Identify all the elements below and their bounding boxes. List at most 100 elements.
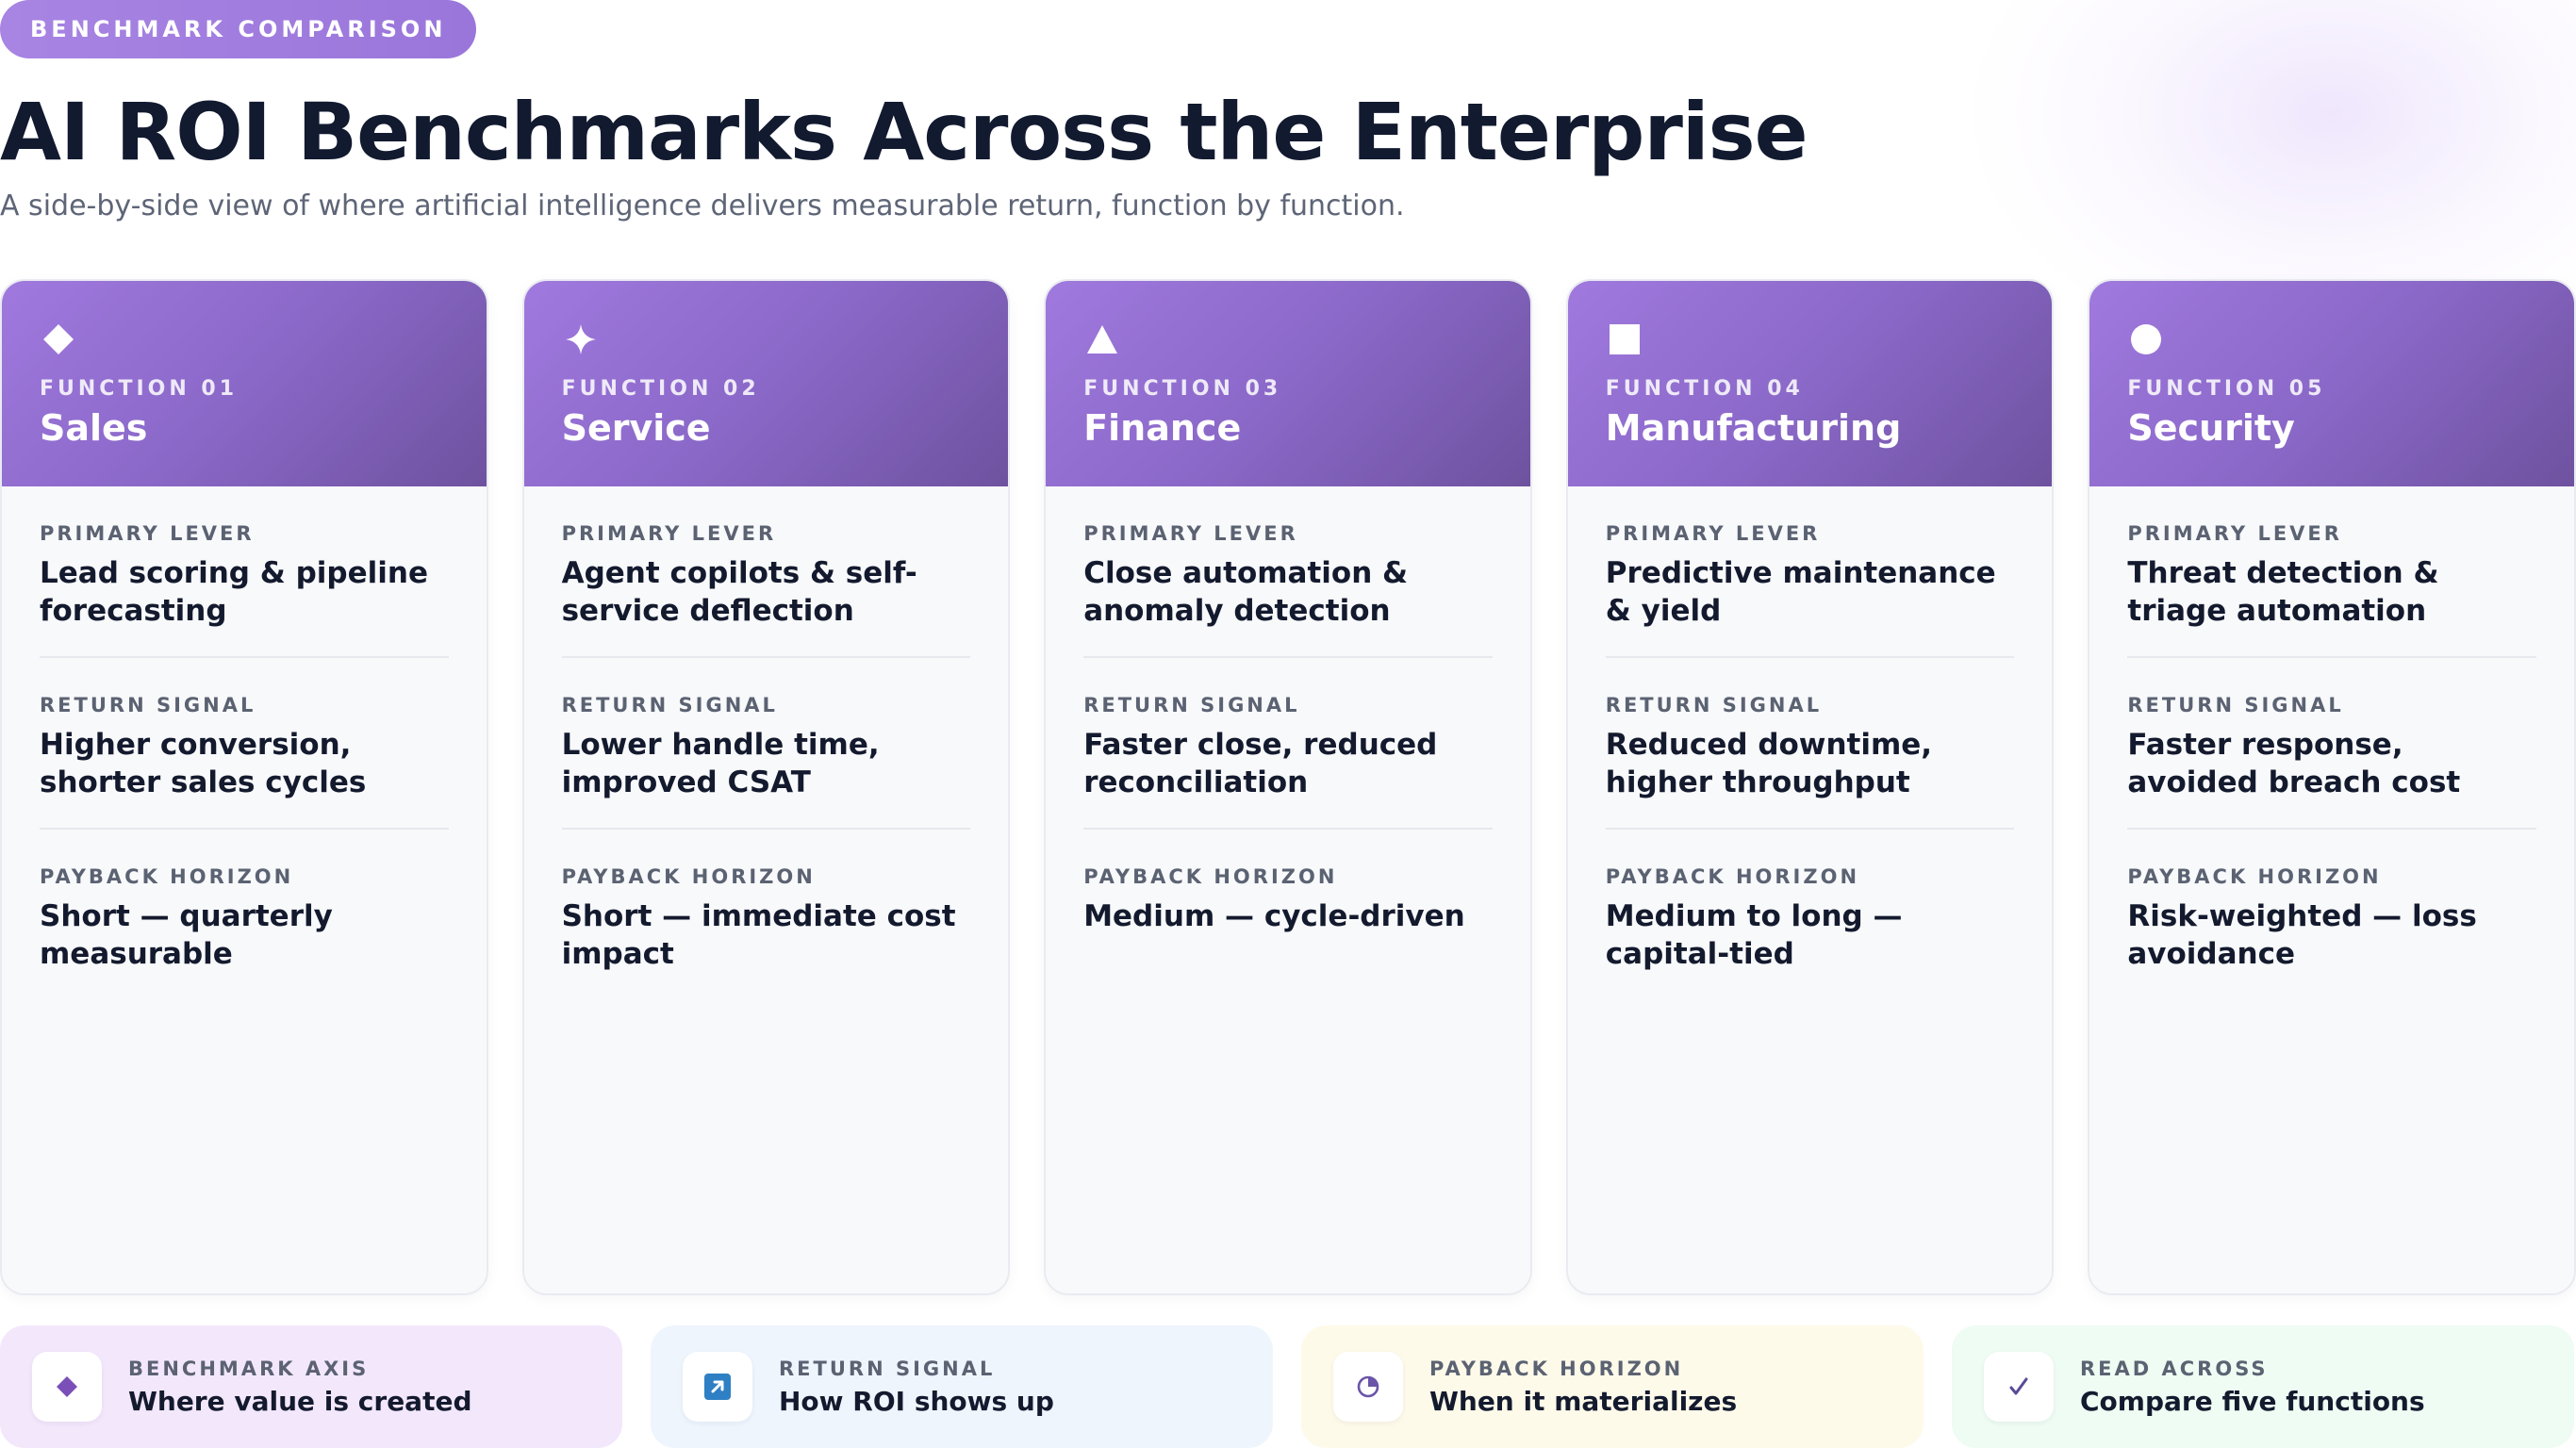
card-header: FUNCTION 02 Service (523, 281, 1009, 486)
payback-horizon-label: PAYBACK HORIZON (561, 865, 816, 888)
legend-label: PAYBACK HORIZON (1429, 1357, 1684, 1380)
function-cards: FUNCTION 01 Sales PRIMARY LEVER Lead sco… (0, 279, 2576, 1295)
eyebrow-badge: BENCHMARK COMPARISON (0, 0, 477, 58)
card-manufacturing: FUNCTION 04 Manufacturing PRIMARY LEVER … (1565, 279, 2055, 1295)
primary-lever-section: PRIMARY LEVER Threat detection & triage … (2127, 486, 2536, 658)
return-signal-value: Faster response, avoided breach cost (2127, 728, 2461, 799)
return-signal-label: RETURN SIGNAL (1605, 694, 1823, 716)
card-header: FUNCTION 04 Manufacturing (1567, 281, 2053, 486)
primary-lever-value: Threat detection & triage automation (2127, 556, 2439, 628)
legend-value: Compare five functions (2080, 1385, 2425, 1417)
card-body: PRIMARY LEVER Predictive maintenance & y… (1568, 486, 2053, 999)
page-title: AI ROI Benchmarks Across the Enterprise (0, 86, 1808, 178)
primary-lever-section: PRIMARY LEVER Lead scoring & pipeline fo… (40, 486, 449, 658)
function-number: FUNCTION 04 (1605, 377, 1804, 401)
primary-lever-value: Close automation & anomaly detection (1083, 556, 1409, 628)
payback-horizon-section: PAYBACK HORIZON Medium to long — capital… (1606, 830, 2015, 999)
primary-lever-label: PRIMARY LEVER (2127, 522, 2342, 545)
legend-label: BENCHMARK AXIS (128, 1357, 370, 1380)
circle-icon (2127, 321, 2165, 358)
return-signal-value: Higher conversion, shorter sales cycles (40, 728, 367, 799)
primary-lever-label: PRIMARY LEVER (561, 522, 777, 545)
function-name: Sales (40, 407, 148, 449)
legend-label: READ ACROSS (2080, 1357, 2269, 1380)
return-signal-label: RETURN SIGNAL (2127, 694, 2344, 716)
primary-lever-label: PRIMARY LEVER (40, 522, 255, 545)
check-icon (1984, 1352, 2054, 1422)
payback-horizon-label: PAYBACK HORIZON (2127, 865, 2382, 888)
card-body: PRIMARY LEVER Close automation & anomaly… (1046, 486, 1530, 962)
payback-horizon-label: PAYBACK HORIZON (1083, 865, 1338, 888)
legend-label: RETURN SIGNAL (779, 1357, 996, 1380)
payback-horizon-value: Short — quarterly measurable (40, 899, 333, 971)
return-signal-value: Faster close, reduced reconciliation (1083, 728, 1438, 799)
payback-horizon-label: PAYBACK HORIZON (1605, 865, 1860, 888)
sparkle-icon (562, 321, 600, 358)
primary-lever-value: Predictive maintenance & yield (1605, 556, 1996, 628)
payback-horizon-section: PAYBACK HORIZON Short — immediate cost i… (562, 830, 971, 999)
function-number: FUNCTION 02 (561, 377, 760, 401)
primary-lever-value: Lead scoring & pipeline forecasting (40, 556, 428, 628)
primary-lever-section: PRIMARY LEVER Agent copilots & self-serv… (561, 486, 971, 658)
primary-lever-label: PRIMARY LEVER (1605, 522, 1821, 545)
legend-value: When it materializes (1429, 1385, 1738, 1417)
card-header: FUNCTION 01 Sales (2, 281, 487, 486)
triangle-icon (1083, 321, 1121, 358)
function-number: FUNCTION 01 (40, 377, 239, 401)
diamond-icon (40, 321, 77, 358)
function-name: Manufacturing (1605, 407, 1902, 449)
payback-horizon-value: Short — immediate cost impact (561, 899, 956, 971)
legend-text: PAYBACK HORIZON When it materializes (1429, 1358, 1737, 1417)
payback-horizon-section: PAYBACK HORIZON Risk-weighted — loss avo… (2127, 830, 2536, 999)
card-body: PRIMARY LEVER Threat detection & triage … (2089, 486, 2574, 999)
card-finance: FUNCTION 03 Finance PRIMARY LEVER Close … (1044, 279, 1532, 1295)
legend-value: How ROI shows up (779, 1385, 1054, 1417)
return-signal-label: RETURN SIGNAL (40, 694, 256, 716)
legend-text: RETURN SIGNAL How ROI shows up (779, 1358, 1054, 1417)
return-signal-section: RETURN SIGNAL Lower handle time, improve… (561, 658, 971, 830)
legend-text: BENCHMARK AXIS Where value is created (128, 1358, 472, 1417)
function-name: Service (561, 407, 711, 449)
legend-value: Where value is created (128, 1385, 472, 1417)
primary-lever-section: PRIMARY LEVER Close automation & anomaly… (1083, 486, 1493, 658)
return-signal-section: RETURN SIGNAL Higher conversion, shorter… (40, 658, 449, 830)
card-header: FUNCTION 03 Finance (1046, 281, 1530, 486)
return-signal-section: RETURN SIGNAL Faster response, avoided b… (2127, 658, 2536, 830)
legend-read-across: READ ACROSS Compare five functions (1952, 1325, 2574, 1448)
clock-icon (1333, 1352, 1403, 1422)
payback-horizon-value: Medium — cycle-driven (1083, 899, 1465, 933)
function-name: Finance (1083, 407, 1242, 449)
legend-text: READ ACROSS Compare five functions (2080, 1358, 2425, 1417)
diamond-icon (32, 1352, 102, 1422)
return-signal-section: RETURN SIGNAL Faster close, reduced reco… (1083, 658, 1493, 830)
page-subtitle: A side-by-side view of where artificial … (0, 189, 1405, 222)
card-body: PRIMARY LEVER Agent copilots & self-serv… (524, 486, 1009, 999)
return-signal-section: RETURN SIGNAL Reduced downtime, higher t… (1605, 658, 2015, 830)
card-sales: FUNCTION 01 Sales PRIMARY LEVER Lead sco… (0, 279, 488, 1295)
function-name: Security (2127, 407, 2295, 449)
function-number: FUNCTION 03 (1083, 377, 1282, 401)
function-number: FUNCTION 05 (2127, 377, 2326, 401)
return-signal-label: RETURN SIGNAL (561, 694, 778, 716)
legend-payback-horizon: PAYBACK HORIZON When it materializes (1301, 1325, 1924, 1448)
primary-lever-label: PRIMARY LEVER (1083, 522, 1298, 545)
return-signal-label: RETURN SIGNAL (1083, 694, 1300, 716)
card-body: PRIMARY LEVER Lead scoring & pipeline fo… (2, 486, 487, 999)
square-icon (1606, 321, 1643, 358)
primary-lever-value: Agent copilots & self-service deflection (561, 556, 917, 628)
legend-bar: BENCHMARK AXIS Where value is created RE… (0, 1325, 2576, 1448)
primary-lever-section: PRIMARY LEVER Predictive maintenance & y… (1605, 486, 2015, 658)
card-header: FUNCTION 05 Security (2089, 281, 2574, 486)
legend-return-signal: RETURN SIGNAL How ROI shows up (651, 1325, 1273, 1448)
return-signal-value: Reduced downtime, higher throughput (1605, 728, 1933, 799)
arrow-up-right-icon (683, 1352, 752, 1422)
payback-horizon-section: PAYBACK HORIZON Short — quarterly measur… (40, 830, 449, 999)
card-service: FUNCTION 02 Service PRIMARY LEVER Agent … (521, 279, 1011, 1295)
payback-horizon-value: Risk-weighted — loss avoidance (2127, 899, 2477, 971)
return-signal-value: Lower handle time, improved CSAT (561, 728, 880, 799)
legend-benchmark-axis: BENCHMARK AXIS Where value is created (0, 1325, 622, 1448)
payback-horizon-label: PAYBACK HORIZON (40, 865, 294, 888)
payback-horizon-section: PAYBACK HORIZON Medium — cycle-driven (1083, 830, 1493, 962)
card-security: FUNCTION 05 Security PRIMARY LEVER Threa… (2088, 279, 2576, 1295)
payback-horizon-value: Medium to long — capital-tied (1605, 899, 1903, 971)
